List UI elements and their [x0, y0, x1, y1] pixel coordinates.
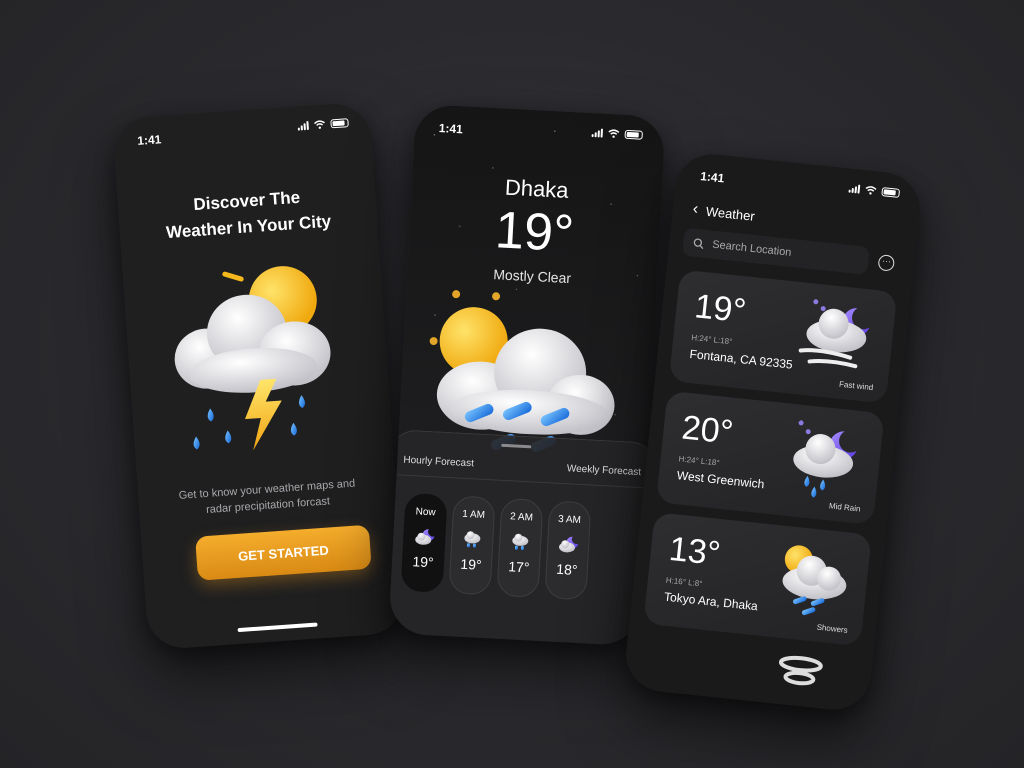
hourly-item-now[interactable]: Now 19° — [400, 492, 448, 593]
get-started-button[interactable]: GET STARTED — [195, 524, 372, 581]
wifi-icon — [314, 120, 325, 129]
windy-moon-icon — [798, 299, 870, 369]
sun-showers-icon — [782, 545, 847, 616]
hour-temp: 19° — [412, 553, 435, 571]
wifi-icon — [608, 129, 620, 138]
card-high-low: H:24° L:18° — [678, 454, 721, 468]
tornado-icon — [778, 655, 823, 686]
signal-icon — [297, 120, 309, 131]
onboarding-description: Get to know your weather maps and radar … — [178, 477, 356, 516]
card-high-low: H:24° L:18° — [690, 332, 733, 347]
locations-screen: 1:41 ‹ Weather Search Location ··· 19° H… — [622, 150, 924, 714]
tab-hourly-forecast[interactable]: Hourly Forecast — [403, 455, 474, 470]
hourly-item-3am[interactable]: 3 AM 18° — [544, 500, 592, 601]
card-location: West Greenwich — [676, 468, 766, 492]
hourly-item-1am[interactable]: 1 AM 19° — [448, 495, 496, 596]
card-temp: 20° — [679, 408, 736, 452]
screen-header: ‹ Weather — [692, 200, 756, 224]
card-temp: 13° — [667, 529, 723, 574]
location-card-fontana[interactable]: 19° H:24° L:18° Fontana, CA 92335 Fast w… — [668, 269, 898, 404]
screen-title: Weather — [705, 203, 756, 224]
search-input[interactable]: Search Location — [681, 227, 870, 275]
forecast-sheet[interactable]: Hourly Forecast Weekly Forecast Now 19° … — [388, 428, 657, 647]
battery-icon — [624, 129, 643, 140]
hourly-item-2am[interactable]: 2 AM 17° — [496, 497, 544, 598]
card-temp: 19° — [692, 287, 748, 331]
card-location: Fontana, CA 92335 — [688, 346, 794, 372]
hour-label: 1 AM — [461, 508, 486, 521]
wifi-icon — [865, 186, 877, 195]
back-icon[interactable]: ‹ — [692, 200, 699, 218]
hour-temp: 19° — [460, 555, 482, 573]
battery-icon — [330, 118, 349, 129]
status-time: 1:41 — [136, 132, 162, 148]
rain-cloud-icon — [512, 533, 529, 550]
cloud-moon-icon — [559, 536, 579, 553]
signal-icon — [591, 128, 603, 138]
card-location: Tokyo Ara, Dhaka — [663, 589, 759, 614]
tab-weekly-forecast[interactable]: Weekly Forecast — [567, 463, 642, 478]
search-icon — [693, 237, 704, 249]
hour-label: Now — [415, 506, 436, 519]
status-bar: 1:41 — [112, 102, 372, 154]
hour-label: 3 AM — [557, 513, 582, 527]
search-placeholder: Search Location — [711, 238, 792, 259]
rain-moon-icon — [793, 420, 857, 498]
sheet-handle[interactable] — [501, 443, 532, 449]
cloud-moon-icon — [415, 529, 435, 545]
status-time: 1:41 — [699, 169, 725, 186]
hour-temp: 17° — [507, 558, 530, 576]
location-card-tokyo[interactable]: 13° H:16° L:8° Tokyo Ara, Dhaka Showers — [643, 512, 872, 647]
status-bar: 1:41 — [414, 104, 665, 151]
home-indicator — [237, 622, 318, 633]
status-bar: 1:41 — [675, 151, 923, 211]
more-options-icon[interactable]: ··· — [877, 254, 896, 272]
location-card-west-greenwich[interactable]: 20° H:24° L:18° West Greenwich Mid Rain — [656, 390, 885, 525]
signal-icon — [848, 184, 861, 194]
battery-icon — [881, 187, 901, 198]
current-temperature: 19° — [493, 201, 576, 264]
rain-cloud-icon — [464, 531, 481, 548]
hour-label: 2 AM — [509, 511, 534, 524]
card-condition: Showers — [816, 622, 849, 635]
onboarding-title: Discover The Weather In Your City — [117, 179, 378, 249]
hour-temp: 18° — [555, 560, 578, 578]
card-high-low: H:16° L:8° — [665, 575, 703, 589]
card-condition: Mid Rain — [828, 501, 861, 514]
thunderstorm-sun-icon — [174, 266, 331, 451]
current-weather-screen: 1:41 Dhaka 19° Mostly Clear Hourly Forec… — [388, 103, 666, 647]
status-time: 1:41 — [438, 121, 464, 137]
onboarding-screen: 1:41 Discover The Weather In Your City G… — [111, 101, 407, 651]
